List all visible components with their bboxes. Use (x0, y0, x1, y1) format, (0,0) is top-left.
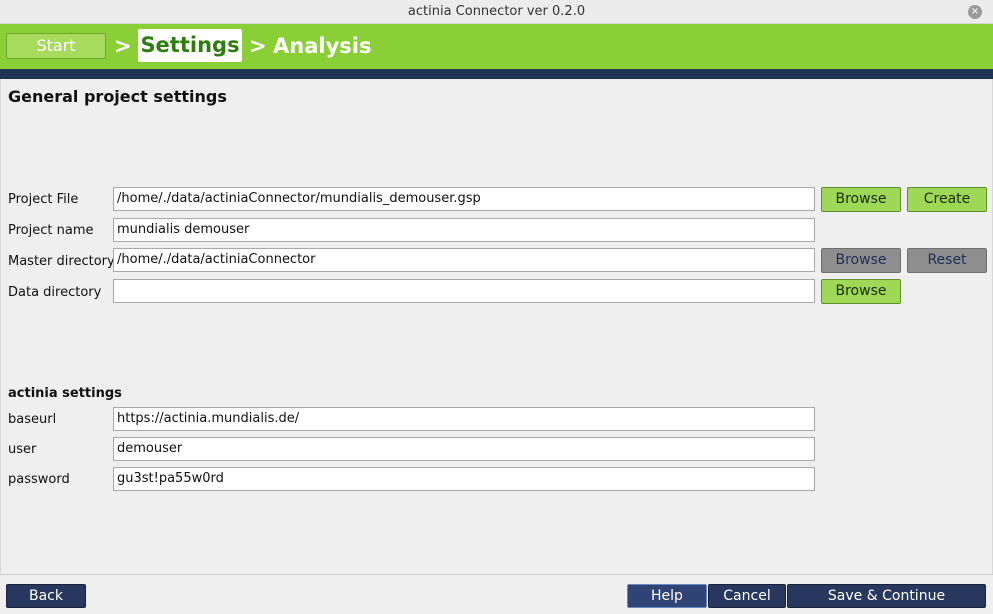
actinia-settings-title: actinia settings (8, 386, 122, 401)
step-separator: > (249, 34, 267, 58)
project-file-create-button[interactable]: Create (907, 187, 987, 212)
project-file-browse-button[interactable]: Browse (821, 187, 901, 212)
footer-divider (0, 574, 993, 575)
step-settings-current: Settings (138, 29, 242, 62)
master-directory-browse-button[interactable]: Browse (821, 248, 901, 273)
project-name-input[interactable]: mundialis demouser (113, 218, 815, 242)
header-divider (0, 69, 993, 79)
baseurl-label: baseurl (8, 412, 57, 427)
master-directory-input[interactable]: /home/./data/actiniaConnector (113, 248, 815, 272)
help-button[interactable]: Help (627, 584, 707, 608)
settings-panel: General project settings Project File /h… (0, 79, 993, 575)
data-directory-input[interactable] (113, 279, 815, 303)
wizard-steps-bar: Start > Settings > Analysis (0, 24, 993, 69)
data-directory-label: Data directory (8, 285, 102, 300)
data-directory-browse-button[interactable]: Browse (821, 279, 901, 304)
cancel-button[interactable]: Cancel (708, 584, 786, 608)
password-label: password (8, 472, 70, 487)
window-titlebar: actinia Connector ver 0.2.0 × (0, 0, 993, 24)
user-label: user (8, 442, 37, 457)
back-button[interactable]: Back (6, 584, 86, 608)
window-title: actinia Connector ver 0.2.0 (407, 4, 586, 19)
step-separator: > (114, 34, 132, 58)
step-analysis: Analysis (273, 34, 372, 58)
step-start-button[interactable]: Start (6, 33, 106, 59)
project-name-label: Project name (8, 223, 94, 238)
password-input[interactable]: gu3st!pa55w0rd (113, 467, 815, 491)
baseurl-input[interactable]: https://actinia.mundialis.de/ (113, 407, 815, 431)
general-settings-title: General project settings (8, 87, 227, 106)
save-continue-button[interactable]: Save & Continue (787, 584, 986, 608)
master-directory-label: Master directory (8, 254, 115, 269)
user-input[interactable]: demouser (113, 437, 815, 461)
master-directory-reset-button[interactable]: Reset (907, 248, 987, 273)
close-icon[interactable]: × (968, 5, 982, 19)
project-file-label: Project File (8, 192, 79, 207)
project-file-input[interactable]: /home/./data/actiniaConnector/mundialis_… (113, 187, 815, 211)
